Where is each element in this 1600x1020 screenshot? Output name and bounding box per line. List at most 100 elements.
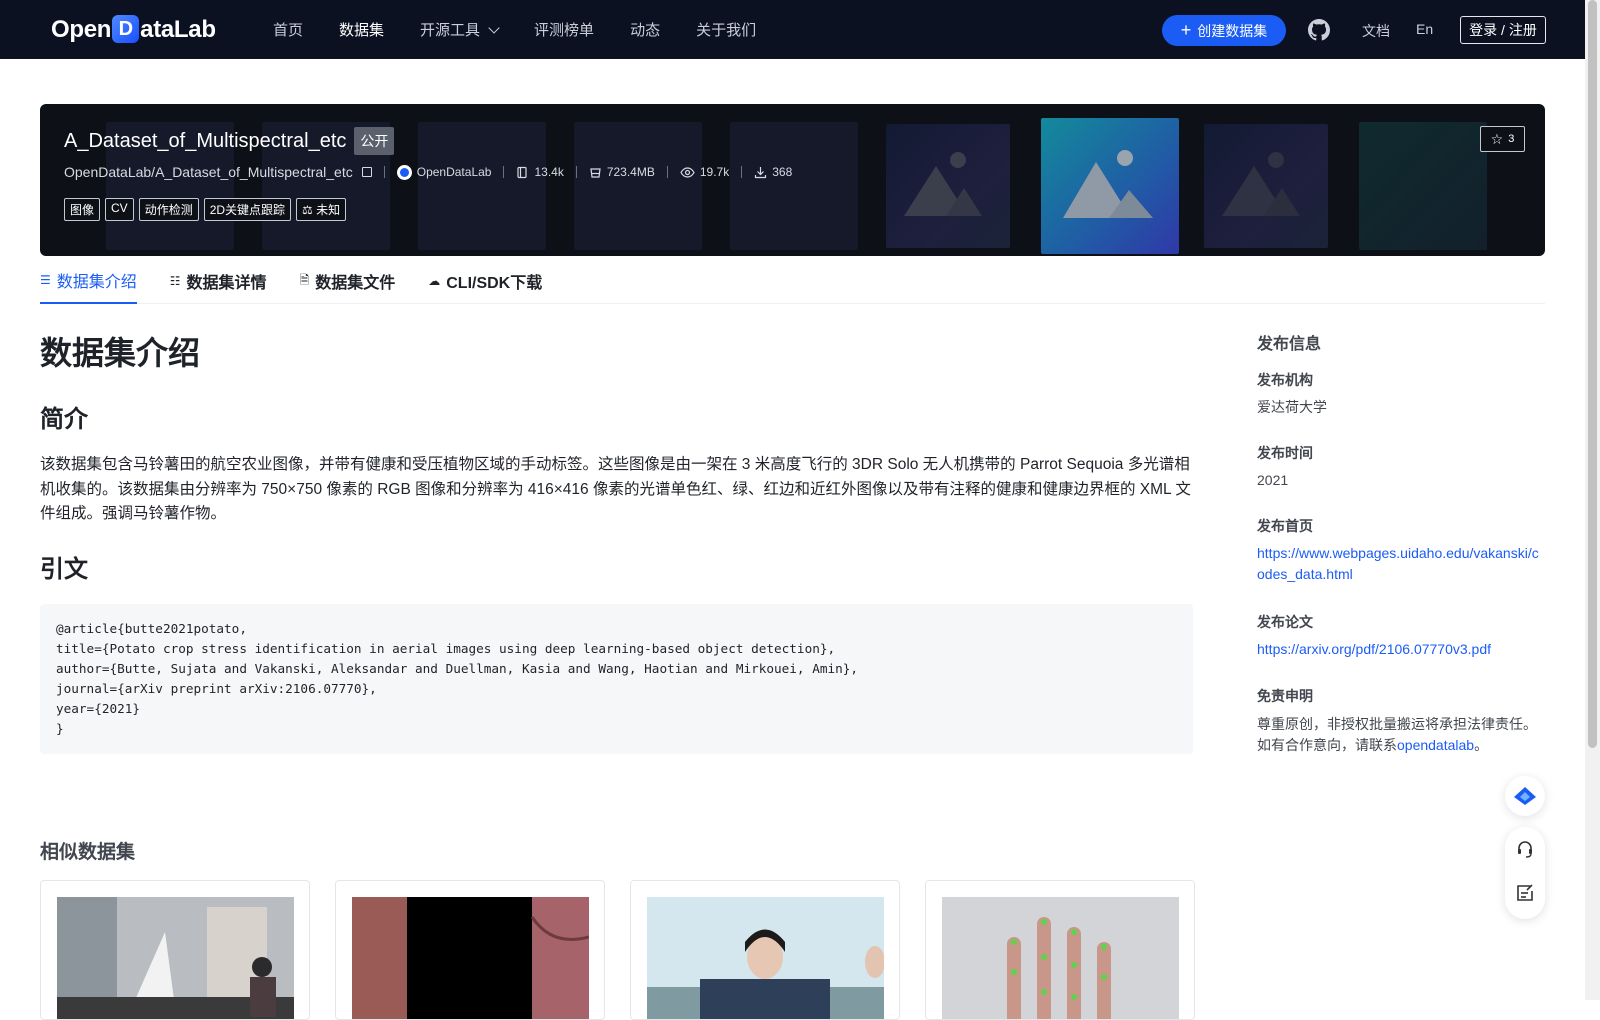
tab-cli-sdk[interactable]: ☁ CLI/SDK下载 — [428, 258, 542, 304]
divider — [383, 166, 385, 178]
tab-files[interactable]: 🗎 数据集文件 — [300, 258, 396, 304]
feedback-icon[interactable] — [1515, 883, 1535, 903]
tab-introduction-label: 数据集介绍 — [56, 274, 137, 291]
nav-open-tools[interactable]: 开源工具 — [420, 19, 500, 40]
dataset-thumbnail — [942, 897, 1179, 1019]
banner-image-placeholder — [1204, 124, 1328, 248]
tab-details[interactable]: ☷ 数据集详情 — [170, 258, 267, 304]
file-icon: 🗎 — [299, 272, 310, 287]
divider — [575, 166, 577, 178]
dataset-tabs: ☰ 数据集介绍 ☷ 数据集详情 🗎 数据集文件 ☁ CLI/SDK下载 — [40, 258, 1545, 304]
image-placeholder-icon — [1063, 150, 1153, 218]
view-count: 19.7k — [680, 165, 729, 179]
tag-field[interactable]: CV — [105, 198, 134, 221]
disclaimer-label: 免责申明 — [1257, 688, 1313, 704]
similar-dataset-card[interactable] — [630, 880, 900, 1020]
nav-leaderboard[interactable]: 评测榜单 — [534, 19, 594, 40]
intro-heading: 简介 — [40, 406, 88, 433]
dataset-path-text: OpenDataLab/A_Dataset_of_Multispectral_e… — [64, 164, 353, 180]
disclaimer-end: 。 — [1474, 737, 1489, 753]
tag-modality[interactable]: 图像 — [64, 198, 101, 221]
files-icon — [517, 166, 528, 178]
dataset-size-value: 723.4MB — [606, 165, 655, 179]
banner-image-tile — [418, 122, 546, 250]
tag-task[interactable]: 动作检测 — [138, 198, 199, 221]
publisher-value: 爱达荷大学 — [1257, 399, 1327, 415]
ai-assistant-icon — [1514, 787, 1536, 805]
divider — [741, 166, 743, 178]
star-button[interactable]: ☆ 3 — [1480, 126, 1525, 152]
logo-mark: D — [112, 15, 140, 43]
tab-details-label: 数据集详情 — [186, 275, 267, 292]
github-icon[interactable] — [1308, 19, 1330, 41]
logo-text-suffix: ataLab — [140, 16, 216, 43]
dataset-meta: OpenDataLab/A_Dataset_of_Multispectral_e… — [64, 164, 792, 180]
star-icon: ☆ — [1490, 130, 1504, 147]
create-dataset-label: 创建数据集 — [1197, 22, 1268, 39]
chevron-down-icon — [488, 21, 500, 34]
paper-link[interactable]: https://arxiv.org/pdf/2106.07770v3.pdf — [1257, 639, 1542, 660]
file-count-value: 13.4k — [534, 165, 564, 179]
nav-open-tools-label: 开源工具 — [420, 22, 481, 39]
copy-icon[interactable] — [361, 167, 372, 177]
dataset-org[interactable]: OpenDataLab — [396, 164, 492, 180]
dataset-org-name: OpenDataLab — [416, 165, 492, 179]
tab-introduction[interactable]: ☰ 数据集介绍 — [40, 258, 137, 304]
similar-dataset-card[interactable] — [925, 880, 1195, 1020]
docs-link[interactable]: 文档 — [1362, 21, 1390, 41]
download-icon — [755, 166, 767, 178]
homepage-link[interactable]: https://www.webpages.uidaho.edu/vakanski… — [1257, 543, 1542, 585]
language-toggle[interactable]: En — [1416, 21, 1433, 37]
nav-datasets[interactable]: 数据集 — [339, 19, 384, 40]
download-count: 368 — [754, 165, 792, 179]
storage-icon — [590, 167, 601, 178]
banner-image-tile — [730, 122, 858, 250]
page-title: 数据集介绍 — [40, 335, 201, 371]
star-count: 3 — [1508, 133, 1515, 145]
divider — [503, 166, 505, 178]
dataset-banner: A_Dataset_of_Multispectral_etc 公开 OpenDa… — [40, 104, 1545, 256]
headset-icon[interactable] — [1515, 839, 1535, 859]
publish-time-label: 发布时间 — [1257, 445, 1313, 461]
download-count-value: 368 — [772, 165, 793, 179]
support-toolbar — [1505, 827, 1545, 919]
dataset-thumbnail — [647, 897, 884, 1019]
citation-heading: 引文 — [40, 556, 88, 583]
citation-code-block: @article{butte2021potato, title={Potato … — [40, 604, 1193, 754]
banner-image-placeholder — [886, 124, 1010, 248]
image-placeholder-icon — [1222, 152, 1300, 216]
intro-text: 该数据集包含马铃薯田的航空农业图像，并带有健康和受压植物区域的手动标签。这些图像… — [40, 456, 1191, 522]
publish-time-value: 2021 — [1257, 472, 1289, 488]
dataset-path: OpenDataLab/A_Dataset_of_Multispectral_e… — [64, 164, 372, 180]
publish-info-title: 发布信息 — [1257, 336, 1322, 353]
tag-license-label: 未知 — [316, 203, 341, 217]
tab-files-label: 数据集文件 — [315, 275, 396, 292]
paper-label: 发布论文 — [1257, 614, 1313, 630]
tag-task[interactable]: 2D关键点跟踪 — [203, 198, 292, 221]
view-count-value: 19.7k — [699, 165, 730, 179]
opendatalab-logo[interactable]: Open DataLab — [51, 14, 216, 46]
scrollbar-thumb[interactable] — [1588, 0, 1597, 748]
assistant-float-button[interactable] — [1505, 776, 1545, 816]
tab-cli-sdk-label: CLI/SDK下载 — [446, 275, 543, 292]
login-register-button[interactable]: 登录 / 注册 — [1460, 16, 1546, 44]
homepage-label: 发布首页 — [1257, 518, 1313, 534]
banner-image-featured — [1041, 118, 1179, 254]
similar-dataset-card[interactable] — [40, 880, 310, 1020]
publisher-label: 发布机构 — [1257, 372, 1313, 388]
eye-icon — [680, 166, 695, 178]
image-placeholder-icon — [904, 152, 982, 216]
database-icon: ☰ — [40, 273, 51, 287]
tag-license[interactable]: ⚖ 未知 — [296, 198, 347, 221]
list-icon: ☷ — [169, 274, 181, 288]
banner-image-tile — [574, 122, 702, 250]
nav-about[interactable]: 关于我们 — [696, 19, 756, 40]
similar-dataset-card[interactable] — [335, 880, 605, 1020]
visibility-badge: 公开 — [354, 127, 395, 155]
nav-news[interactable]: 动态 — [630, 19, 660, 40]
contact-link[interactable]: opendatalab — [1397, 737, 1474, 753]
dataset-thumbnail — [57, 897, 294, 1019]
nav-home[interactable]: 首页 — [273, 19, 303, 40]
dataset-name: A_Dataset_of_Multispectral_etc — [64, 129, 347, 152]
create-dataset-button[interactable]: + 创建数据集 — [1162, 15, 1286, 46]
